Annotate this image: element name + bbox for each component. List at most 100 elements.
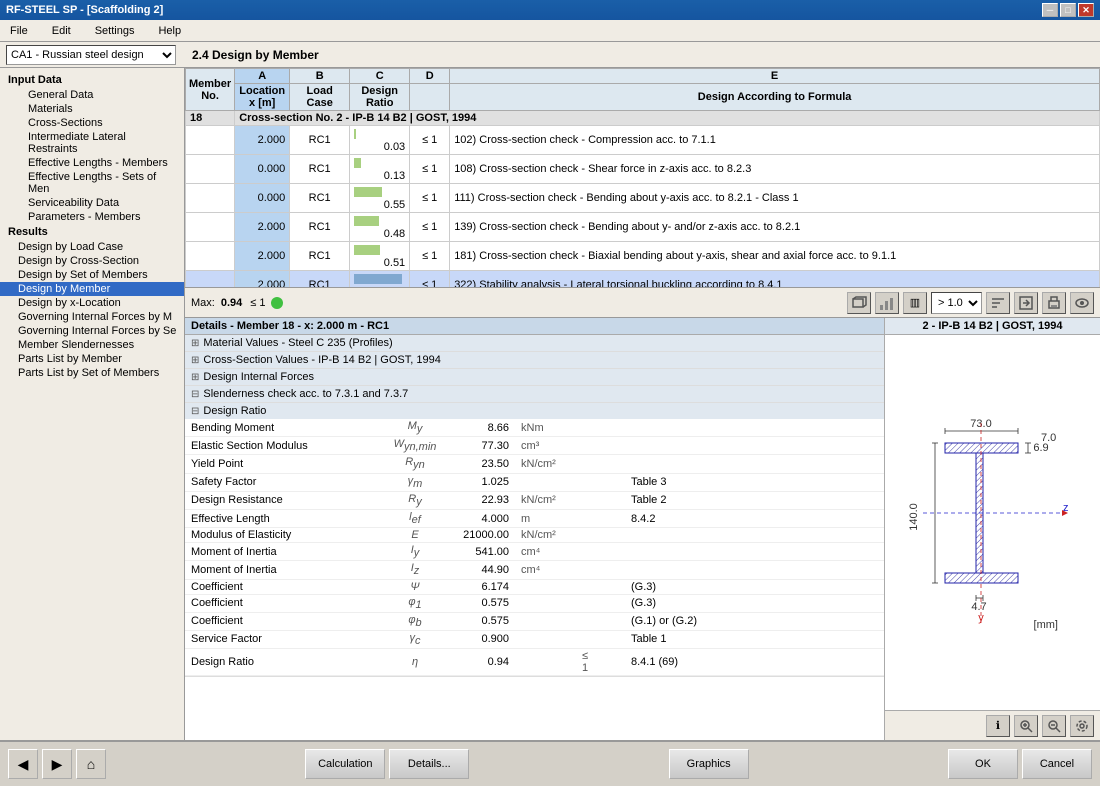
profile-diagram: 73.0 140.0 6.9 <box>885 335 1100 710</box>
sidebar-item-effective-lengths-sets[interactable]: Effective Lengths - Sets of Men <box>0 170 184 196</box>
load-case-cell: RC1 <box>290 271 350 289</box>
calculation-button[interactable]: Calculation <box>305 749 385 779</box>
list-item: Yield Point Ryn 23.50 kN/cm² <box>185 455 884 473</box>
prop-ref <box>625 528 884 543</box>
maximize-button[interactable]: □ <box>1060 3 1076 17</box>
expand-icon: ⊞ <box>191 372 199 383</box>
prop-value: 4.000 <box>445 509 515 527</box>
section-label-cell: Cross-section No. 2 - IP-B 14 B2 | GOST,… <box>235 111 1100 126</box>
sidebar-item-design-by-set[interactable]: Design by Set of Members <box>0 268 184 282</box>
table-row[interactable]: 0.000 RC1 0.55 ≤ 1 111) Cross-section ch… <box>186 184 1100 213</box>
home-button[interactable]: ⌂ <box>76 749 106 779</box>
prop-compare <box>595 437 625 455</box>
col-b-header: B <box>290 69 350 84</box>
table-row[interactable]: 18 Cross-section No. 2 - IP-B 14 B2 | GO… <box>186 111 1100 126</box>
design-ratio-section-header[interactable]: ⊟ Design Ratio <box>185 403 884 419</box>
prop-unit <box>515 594 575 612</box>
zoom-out-button[interactable] <box>1042 715 1066 737</box>
table-row[interactable]: 0.000 RC1 0.13 ≤ 1 108) Cross-section ch… <box>186 155 1100 184</box>
details-button[interactable]: Details... <box>389 749 469 779</box>
menu-edit[interactable]: Edit <box>46 23 77 39</box>
prop-leq <box>575 473 595 491</box>
table-row[interactable]: 2.000 RC1 0.94 ≤ 1 322) Stability analys… <box>186 271 1100 289</box>
prop-leq <box>575 509 595 527</box>
prop-symbol: Ryn <box>385 455 445 473</box>
sidebar-item-parts-list-member[interactable]: Parts List by Member <box>0 352 184 366</box>
load-case-cell: RC1 <box>290 126 350 155</box>
table-row[interactable]: 2.000 RC1 0.03 ≤ 1 102) Cross-section ch… <box>186 126 1100 155</box>
expand-icon: ⊞ <box>191 338 199 349</box>
sidebar-item-design-by-x[interactable]: Design by x-Location <box>0 296 184 310</box>
design-case-dropdown[interactable]: CA1 - Russian steel design <box>6 45 176 65</box>
minimize-button[interactable]: ─ <box>1042 3 1058 17</box>
prop-ref: Table 3 <box>625 473 884 491</box>
col-d-header: D <box>410 69 450 84</box>
view-3d-button[interactable] <box>847 292 871 314</box>
sidebar-item-general-data[interactable]: General Data <box>0 88 184 102</box>
sort-button[interactable] <box>986 292 1010 314</box>
table-row[interactable]: 2.000 RC1 0.51 ≤ 1 181) Cross-section ch… <box>186 242 1100 271</box>
info-button[interactable]: ℹ <box>986 715 1010 737</box>
cancel-button[interactable]: Cancel <box>1022 749 1092 779</box>
design-internal-forces-header[interactable]: ⊞ Design Internal Forces <box>185 369 884 385</box>
settings-button[interactable] <box>1070 715 1094 737</box>
ok-button[interactable]: OK <box>948 749 1018 779</box>
slenderness-header[interactable]: ⊟ Slenderness check acc. to 7.3.1 and 7.… <box>185 386 884 402</box>
table-row[interactable]: 2.000 RC1 0.48 ≤ 1 139) Cross-section ch… <box>186 213 1100 242</box>
sidebar-item-design-by-member[interactable]: Design by Member <box>0 282 184 296</box>
col-location-header: Locationx [m] <box>235 84 290 111</box>
filter-button[interactable]: ▥ <box>903 292 927 314</box>
prop-symbol: Iz <box>385 561 445 579</box>
sidebar-item-design-by-cross-section[interactable]: Design by Cross-Section <box>0 254 184 268</box>
menu-help[interactable]: Help <box>152 23 187 39</box>
sidebar-item-materials[interactable]: Materials <box>0 102 184 116</box>
prop-unit <box>515 649 575 676</box>
sidebar-item-intermediate-lateral[interactable]: Intermediate Lateral Restraints <box>0 130 184 156</box>
prop-ref: Table 2 <box>625 491 884 509</box>
sidebar-item-governing-internal-se[interactable]: Governing Internal Forces by Se <box>0 324 184 338</box>
menu-file[interactable]: File <box>4 23 34 39</box>
back-button[interactable]: ◀ <box>8 749 38 779</box>
visibility-button[interactable] <box>1070 292 1094 314</box>
sidebar-item-serviceability[interactable]: Serviceability Data <box>0 196 184 210</box>
prop-ref: (G.3) <box>625 594 884 612</box>
sidebar-item-parameters-members[interactable]: Parameters - Members <box>0 210 184 224</box>
location-cell: 0.000 <box>235 155 290 184</box>
sidebar-item-member-slendernesses[interactable]: Member Slendernesses <box>0 338 184 352</box>
list-item: Effective Length lef 4.000 m 8.4.2 <box>185 509 884 527</box>
close-button[interactable]: ✕ <box>1078 3 1094 17</box>
list-item: Coefficient φ1 0.575 (G.3) <box>185 594 884 612</box>
material-values-section: ⊞ Material Values - Steel C 235 (Profile… <box>185 335 884 352</box>
prop-leq <box>575 579 595 594</box>
cross-section-values-header[interactable]: ⊞ Cross-Section Values - IP-B 14 B2 | GO… <box>185 352 884 368</box>
sidebar-item-parts-list-set[interactable]: Parts List by Set of Members <box>0 366 184 380</box>
right-panel: MemberNo. A B C D E Locationx [m] LoadCa… <box>185 68 1100 740</box>
menu-settings[interactable]: Settings <box>89 23 141 39</box>
prop-unit <box>515 579 575 594</box>
chart-button[interactable] <box>875 292 899 314</box>
export-button[interactable] <box>1014 292 1038 314</box>
sidebar-item-effective-lengths-members[interactable]: Effective Lengths - Members <box>0 156 184 170</box>
ratio-filter-dropdown[interactable]: > 1.0 > 0.5 All <box>931 292 982 314</box>
prop-value: 0.575 <box>445 612 515 630</box>
expand-icon: ⊟ <box>191 406 199 417</box>
location-cell: 2.000 <box>235 271 290 289</box>
prop-value: 21000.00 <box>445 528 515 543</box>
sidebar-item-design-by-load-case[interactable]: Design by Load Case <box>0 240 184 254</box>
prop-value: 22.93 <box>445 491 515 509</box>
graphics-button[interactable]: Graphics <box>669 749 749 779</box>
sidebar-item-governing-internal-m[interactable]: Governing Internal Forces by M <box>0 310 184 324</box>
prop-compare <box>595 509 625 527</box>
print-button[interactable] <box>1042 292 1066 314</box>
sidebar-item-cross-sections[interactable]: Cross-Sections <box>0 116 184 130</box>
le-cell: ≤ 1 <box>410 184 450 213</box>
zoom-in-button[interactable] <box>1014 715 1038 737</box>
prop-name: Bending Moment <box>185 419 385 437</box>
material-values-label: Material Values - Steel C 235 (Profiles) <box>203 337 392 349</box>
prop-name: Moment of Inertia <box>185 543 385 561</box>
profile-title: 2 - IP-B 14 B2 | GOST, 1994 <box>885 318 1100 335</box>
prop-symbol: Ψ <box>385 579 445 594</box>
list-item: Bending Moment My 8.66 kNm <box>185 419 884 437</box>
forward-button[interactable]: ▶ <box>42 749 72 779</box>
material-values-header[interactable]: ⊞ Material Values - Steel C 235 (Profile… <box>185 335 884 351</box>
